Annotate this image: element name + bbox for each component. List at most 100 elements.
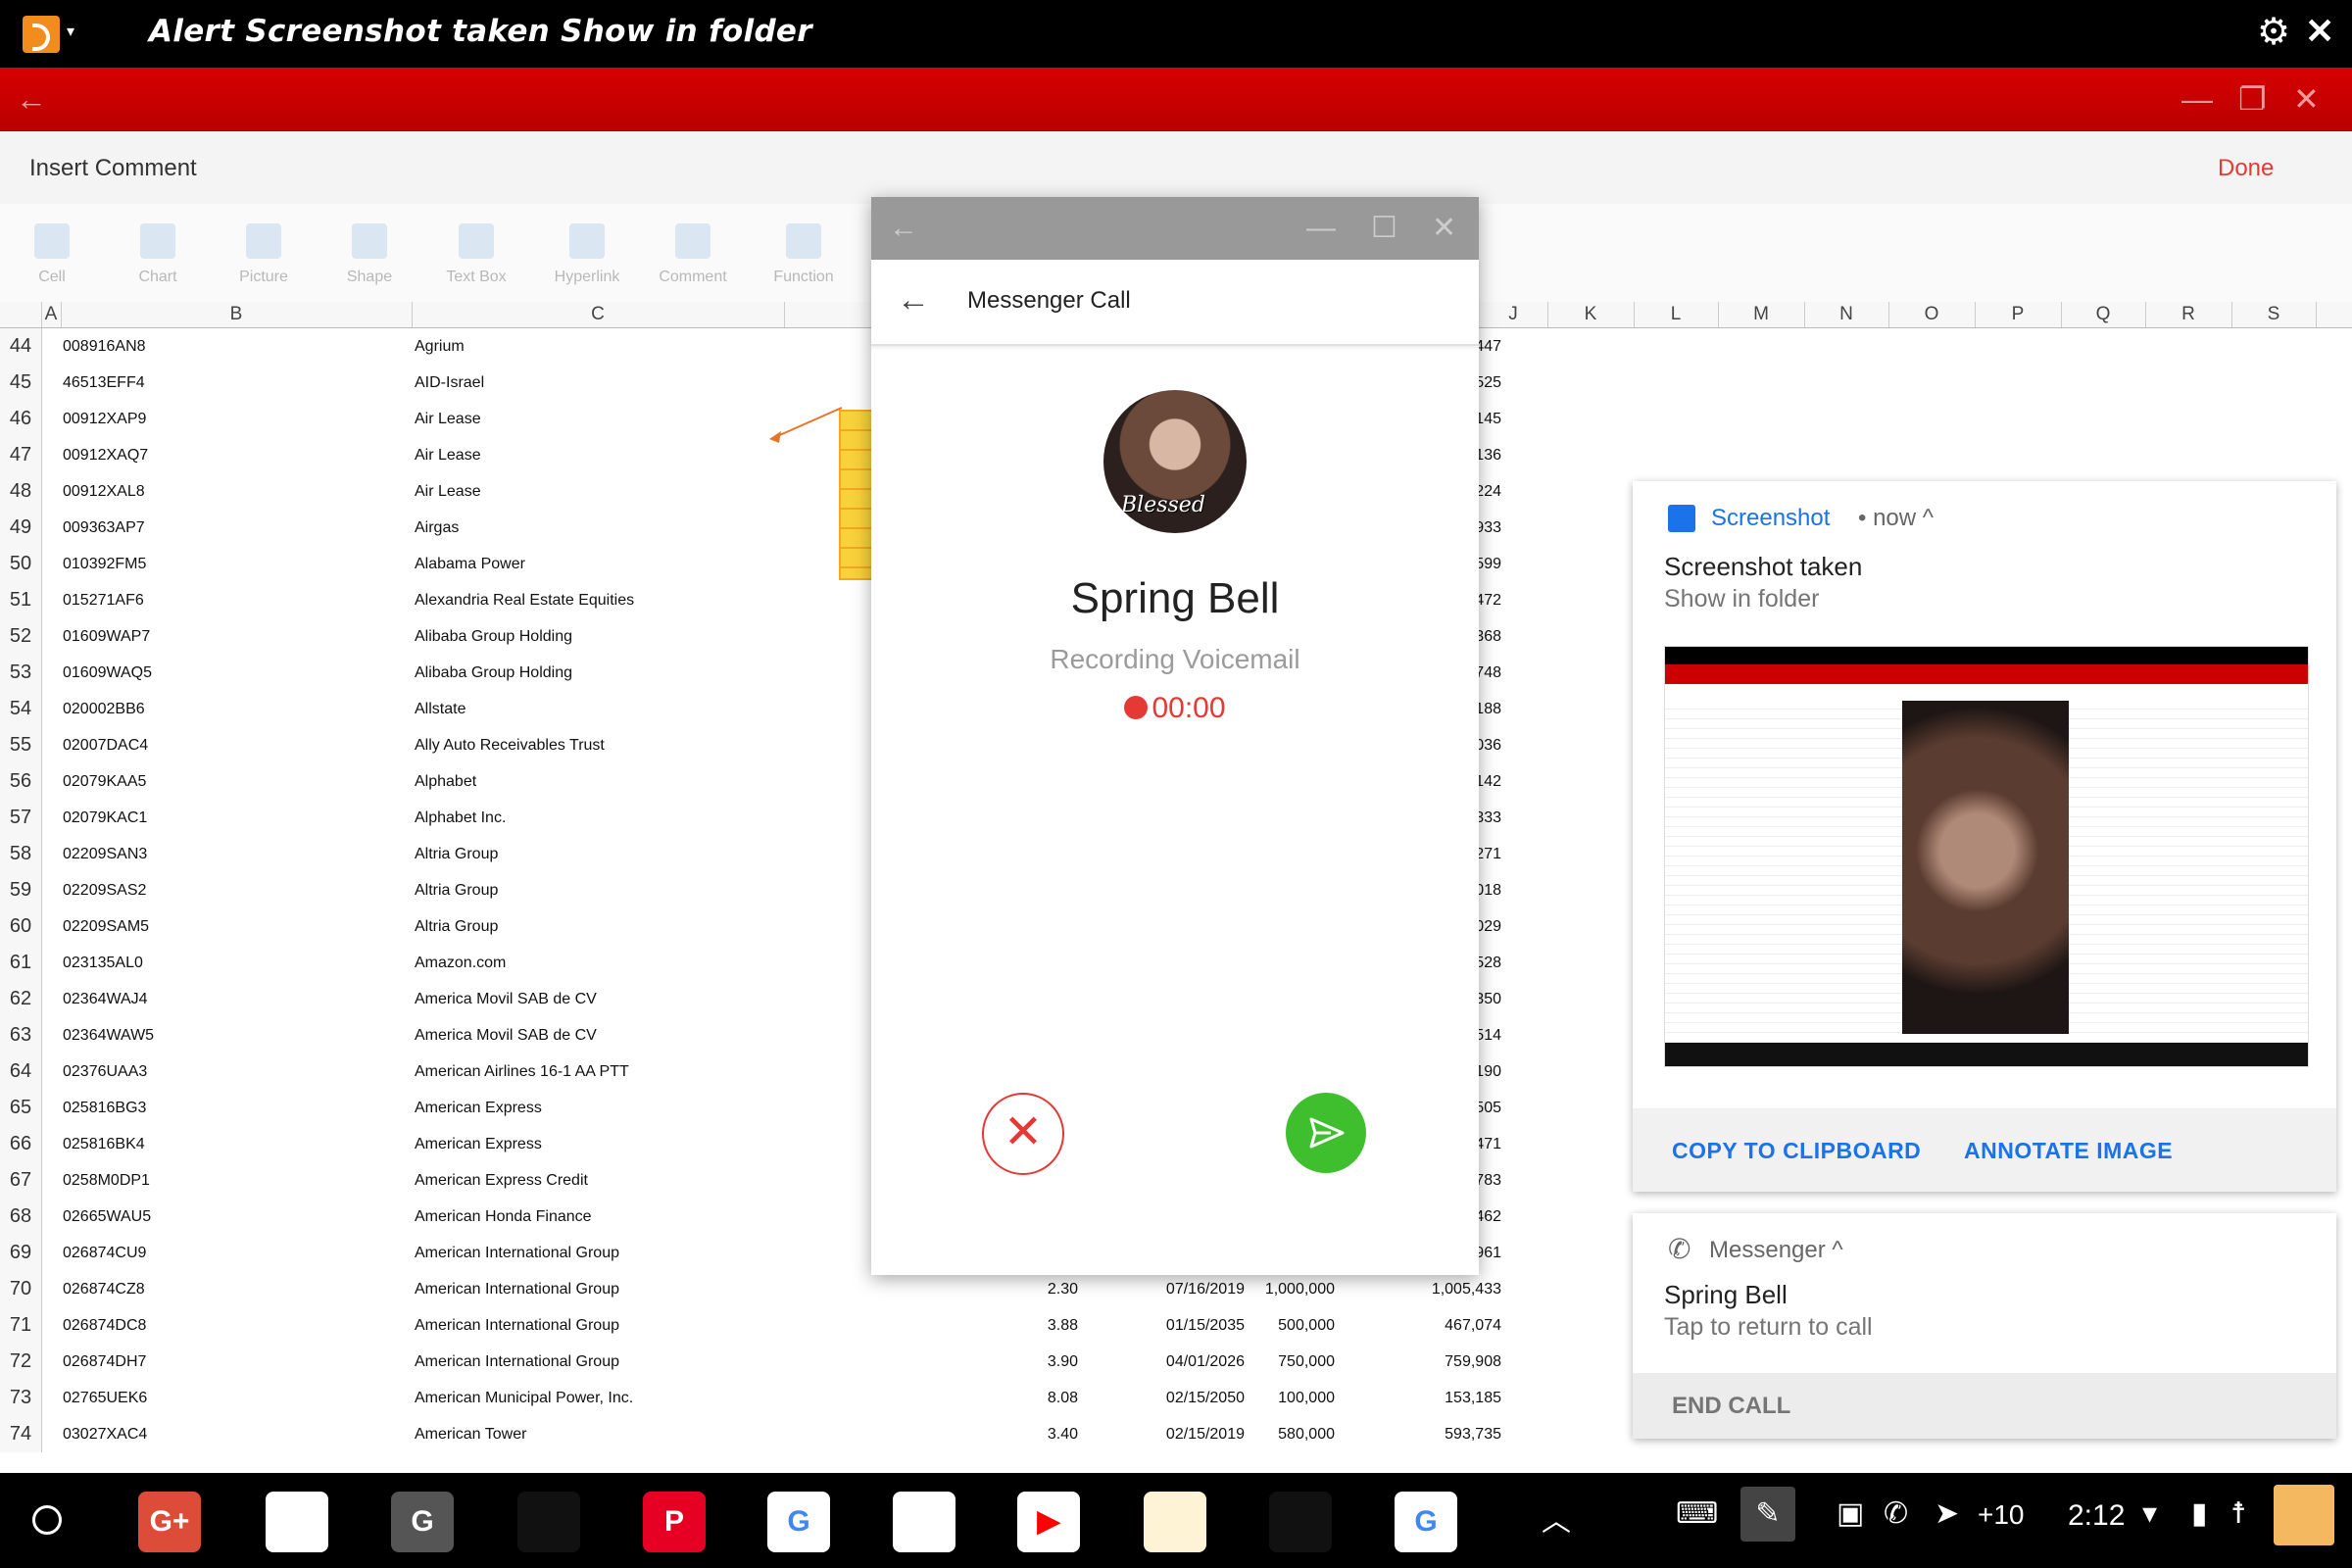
google2-icon[interactable]: G <box>1395 1492 1457 1552</box>
row-number[interactable]: 70 <box>0 1271 42 1307</box>
cell-cusip[interactable]: 02209SAM5 <box>63 908 357 945</box>
row-number[interactable]: 48 <box>0 473 42 510</box>
minimize-icon[interactable]: — <box>1306 197 1336 260</box>
column-header[interactable]: S <box>2231 302 2317 327</box>
cell-cusip[interactable]: 010392FM5 <box>63 546 357 582</box>
cell-issuer[interactable]: American Municipal Power, Inc. <box>415 1380 787 1416</box>
row-number[interactable]: 64 <box>0 1054 42 1090</box>
cell-maturity[interactable]: 02/15/2019 <box>1117 1416 1245 1452</box>
screen-recorder-app-icon[interactable] <box>23 16 60 53</box>
row-number[interactable]: 50 <box>0 546 42 582</box>
pinterest-icon[interactable]: P <box>643 1492 706 1552</box>
row-number[interactable]: 60 <box>0 908 42 945</box>
cell-value[interactable]: 467,074 <box>1362 1307 1501 1344</box>
column-header[interactable]: M <box>1718 302 1805 327</box>
cell-par[interactable]: 500,000 <box>1254 1307 1335 1344</box>
row-number[interactable]: 56 <box>0 763 42 800</box>
cell-cusip[interactable]: 02765UEK6 <box>63 1380 357 1416</box>
google-icon[interactable]: G <box>767 1492 830 1552</box>
screenshot-notification[interactable]: Screenshot • now ^ Screenshot taken Show… <box>1633 481 2336 1192</box>
cell-cusip[interactable]: 023135AL0 <box>63 945 357 981</box>
row-number[interactable]: 67 <box>0 1162 42 1199</box>
cell-issuer[interactable]: American International Group <box>415 1307 787 1344</box>
cell-maturity[interactable]: 07/16/2019 <box>1117 1271 1245 1307</box>
screen-recorder-icon[interactable] <box>1144 1492 1206 1552</box>
column-header[interactable]: Q <box>2061 302 2146 327</box>
cell-cusip[interactable]: 02364WAW5 <box>63 1017 357 1054</box>
row-number[interactable]: 55 <box>0 727 42 763</box>
cell-par[interactable]: 100,000 <box>1254 1380 1335 1416</box>
ribbon-cell-button[interactable]: Cell <box>8 223 96 286</box>
battery-icon[interactable]: ▮ <box>2191 1496 2208 1531</box>
annotate-image-button[interactable]: ANNOTATE IMAGE <box>1964 1138 2173 1164</box>
cell-issuer[interactable]: America Movil SAB de CV <box>415 1017 787 1054</box>
messenger-notification[interactable]: ✆ Messenger ^ Spring Bell Tap to return … <box>1633 1213 2336 1439</box>
ribbon-hyperlink-button[interactable]: Hyperlink <box>543 223 631 286</box>
row-number[interactable]: 52 <box>0 618 42 655</box>
g-app-icon[interactable]: G <box>391 1492 454 1552</box>
row-number[interactable]: 49 <box>0 510 42 546</box>
screenshot-thumbnail[interactable] <box>1664 646 2309 1067</box>
cell-issuer[interactable]: American Honda Finance <box>415 1199 787 1235</box>
cell-cusip[interactable]: 025816BK4 <box>63 1126 357 1162</box>
maximize-icon[interactable]: ☐ <box>1371 197 1397 260</box>
cell-cusip[interactable]: 0258M0DP1 <box>63 1162 357 1199</box>
cell-issuer[interactable]: American Express <box>415 1090 787 1126</box>
ribbon-picture-button[interactable]: Picture <box>220 223 308 286</box>
row-number[interactable]: 51 <box>0 582 42 618</box>
wifi-icon[interactable]: ▾ <box>2142 1496 2157 1531</box>
cell-issuer[interactable]: Altria Group <box>415 908 787 945</box>
cell-cusip[interactable]: 02364WAJ4 <box>63 981 357 1017</box>
cell-issuer[interactable]: Alphabet Inc. <box>415 800 787 836</box>
youtube-icon[interactable]: ▶ <box>1017 1492 1080 1552</box>
close-icon[interactable]: ✕ <box>2305 12 2334 51</box>
column-header[interactable]: K <box>1547 302 1635 327</box>
copy-to-clipboard-button[interactable]: COPY TO CLIPBOARD <box>1672 1138 1921 1164</box>
cell-cusip[interactable]: 02665WAU5 <box>63 1199 357 1235</box>
row-number[interactable]: 69 <box>0 1235 42 1271</box>
cell-issuer[interactable]: American International Group <box>415 1271 787 1307</box>
row-number[interactable]: 53 <box>0 655 42 691</box>
row-number[interactable]: 61 <box>0 945 42 981</box>
cell-maturity[interactable]: 02/15/2050 <box>1117 1380 1245 1416</box>
cell-issuer[interactable]: American International Group <box>415 1235 787 1271</box>
back-arrow-icon[interactable]: ← <box>16 68 47 131</box>
cell-issuer[interactable]: Airgas <box>415 510 787 546</box>
cell-issuer[interactable]: Agrium <box>415 328 787 365</box>
row-number[interactable]: 74 <box>0 1416 42 1452</box>
back-arrow-icon[interactable]: ← <box>897 281 930 319</box>
ribbon-function-button[interactable]: Function <box>760 223 848 286</box>
column-header[interactable]: J <box>1479 302 1548 327</box>
cell-cusip[interactable]: 03027XAC4 <box>63 1416 357 1452</box>
cell-issuer[interactable]: Altria Group <box>415 872 787 908</box>
accessibility-icon[interactable]: ☨ <box>2230 1496 2246 1531</box>
keyboard-icon[interactable]: ⌨ <box>1676 1496 1718 1531</box>
cell-cusip[interactable]: 46513EFF4 <box>63 365 357 401</box>
launcher-icon[interactable] <box>32 1505 62 1535</box>
cell-issuer[interactable]: American Airlines 16-1 AA PTT <box>415 1054 787 1090</box>
image-icon[interactable]: ▣ <box>1837 1496 1864 1531</box>
row-number[interactable]: 44 <box>0 328 42 365</box>
cell-issuer[interactable]: American Express <box>415 1126 787 1162</box>
ribbon-comment-button[interactable]: Comment <box>649 223 737 286</box>
row-number[interactable]: 66 <box>0 1126 42 1162</box>
ribbon-chart-button[interactable]: Chart <box>114 223 202 286</box>
row-number[interactable]: 47 <box>0 437 42 473</box>
send-voicemail-button[interactable] <box>1286 1093 1366 1173</box>
column-header[interactable]: P <box>1975 302 2062 327</box>
clock[interactable]: 2:12 <box>2068 1499 2125 1533</box>
cell-cusip[interactable]: 02376UAA3 <box>63 1054 357 1090</box>
row-number[interactable]: 46 <box>0 401 42 437</box>
cell-cusip[interactable]: 02209SAN3 <box>63 836 357 872</box>
send-icon[interactable]: ➤ <box>1935 1496 1959 1531</box>
row-number[interactable]: 65 <box>0 1090 42 1126</box>
cell-issuer[interactable]: Altria Group <box>415 836 787 872</box>
more-notifications-count[interactable]: +10 <box>1978 1499 2025 1531</box>
cell-cusip[interactable]: 00912XAQ7 <box>63 437 357 473</box>
column-header[interactable]: L <box>1634 302 1719 327</box>
cell-value[interactable]: 593,735 <box>1362 1416 1501 1452</box>
cell-cusip[interactable]: 026874CU9 <box>63 1235 357 1271</box>
row-number[interactable]: 68 <box>0 1199 42 1235</box>
cell-cusip[interactable]: 020002BB6 <box>63 691 357 727</box>
cell-rate[interactable]: 3.40 <box>980 1416 1078 1452</box>
